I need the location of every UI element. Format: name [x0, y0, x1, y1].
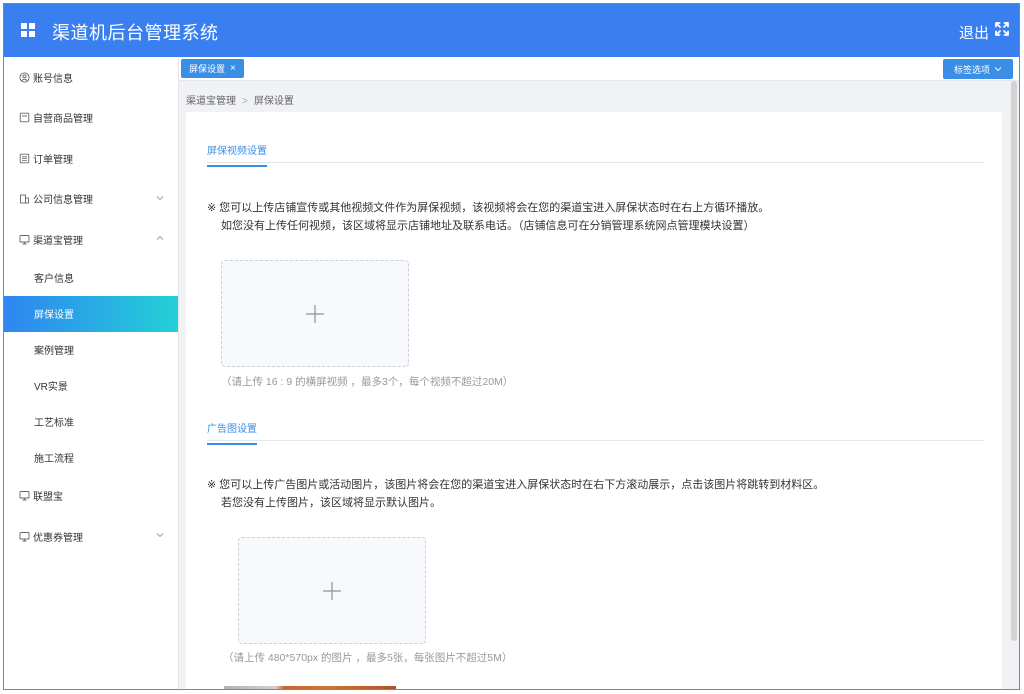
top-header: 渠道机后台管理系统 退出 [4, 4, 1019, 57]
tab-label: 屏保设置 [189, 64, 226, 74]
ad-notice: ※ 您可以上传广告图片或活动图片，该图片将会在您的渠道宝进入屏保状态时在右下方滚… [207, 476, 824, 512]
user-circle-icon [19, 72, 30, 83]
sidebar-item-products[interactable]: 自营商品管理 [4, 98, 178, 139]
chevron-down-icon [994, 67, 1002, 72]
breadcrumb: 渠道宝管理 > 屏保设置 [186, 92, 294, 107]
ad-image-thumbnail[interactable] [224, 686, 396, 689]
sidebar-subitem-craft[interactable]: 工艺标准 [4, 404, 178, 440]
chevron-down-icon [156, 195, 164, 200]
breadcrumb-parent[interactable]: 渠道宝管理 [186, 96, 236, 107]
ad-notice-line1: ※ 您可以上传广告图片或活动图片，该图片将会在您的渠道宝进入屏保状态时在右下方滚… [207, 479, 825, 491]
sidebar-subitem-process[interactable]: 施工流程 [4, 440, 178, 476]
ad-notice-line2: 若您没有上传图片，该区域将显示默认图片。 [221, 497, 441, 509]
ad-upload-box[interactable] [238, 537, 426, 644]
app-title: 渠道机后台管理系统 [52, 23, 219, 43]
sidebar-item-alliance[interactable]: 联盟宝 [4, 476, 178, 517]
grid-menu-icon[interactable] [21, 23, 35, 37]
fullscreen-icon[interactable] [994, 21, 1010, 37]
sidebar-subitem-cases[interactable]: 案例管理 [4, 332, 178, 368]
sidebar-item-coupons[interactable]: 优惠券管理 [4, 516, 178, 557]
sidebar-item-label: 账号信息 [33, 73, 73, 85]
sidebar-item-label: 渠道宝管理 [33, 235, 83, 247]
building-icon [19, 193, 30, 204]
sidebar-item-label: 公司信息管理 [33, 195, 93, 207]
tab-options-label: 标签选项 [953, 64, 990, 75]
video-notice-line1: ※ 您可以上传店铺宣传或其他视频文件作为屏保视频，该视频将会在您的渠道宝进入屏保… [207, 202, 770, 214]
sidebar-subitem-screensaver[interactable]: 屏保设置 [4, 295, 178, 332]
sidebar-item-company[interactable]: 公司信息管理 [4, 179, 178, 220]
list-icon [19, 153, 30, 164]
section-divider [207, 162, 984, 163]
sidebar-subitem-vr[interactable]: VR实景 [4, 368, 178, 404]
sidebar-item-orders[interactable]: 订单管理 [4, 138, 178, 179]
app-window: 渠道机后台管理系统 退出 账号信息 自营商品管理 订单管理 公司信息管理 渠道宝… [3, 3, 1020, 690]
sidebar: 账号信息 自营商品管理 订单管理 公司信息管理 渠道宝管理 客户信息 屏保设置 … [4, 57, 179, 689]
breadcrumb-current: 屏保设置 [253, 96, 294, 107]
video-notice-line2: 如您没有上传任何视频，该区域将显示店铺地址及联系电话。（店铺信息可在分销管理系统… [221, 220, 755, 232]
chevron-up-icon [156, 235, 164, 240]
sidebar-item-channel[interactable]: 渠道宝管理 [4, 219, 178, 260]
ad-upload-hint: （请上传 480*570px 的图片 ，最多5张，每张图片不超过5M） [223, 652, 513, 664]
sidebar-item-account[interactable]: 账号信息 [4, 57, 178, 98]
plus-icon [306, 304, 324, 323]
video-upload-box[interactable] [221, 260, 409, 367]
sidebar-item-label: 订单管理 [33, 154, 73, 166]
tab-bar: 屏保设置 × 标签选项 [179, 57, 1019, 81]
file-icon [19, 112, 30, 123]
section-divider [207, 440, 984, 441]
logout-button[interactable]: 退出 [959, 22, 989, 43]
breadcrumb-separator: > [242, 96, 248, 107]
chevron-down-icon [156, 533, 164, 538]
tab-options-button[interactable]: 标签选项 [943, 59, 1013, 79]
monitor-icon [19, 490, 30, 501]
sidebar-item-label: 自营商品管理 [33, 114, 93, 126]
tab-ad-settings[interactable]: 广告图设置 [207, 420, 257, 445]
sidebar-item-label: 联盟宝 [33, 492, 63, 504]
close-icon[interactable]: × [230, 63, 236, 74]
sidebar-subitem-customers[interactable]: 客户信息 [4, 260, 178, 296]
scrollbar[interactable] [1011, 81, 1017, 641]
monitor-icon [19, 531, 30, 542]
monitor-icon [19, 234, 30, 245]
video-upload-hint: （请上传 16 : 9 的横屏视频 ，最多3个，每个视频不超过20M） [221, 376, 514, 388]
settings-card: 屏保视频设置 ※ 您可以上传店铺宣传或其他视频文件作为屏保视频，该视频将会在您的… [186, 112, 1002, 689]
plus-icon [323, 581, 341, 600]
tab-video-settings[interactable]: 屏保视频设置 [207, 142, 267, 167]
tab-screensaver[interactable]: 屏保设置 × [181, 59, 244, 78]
sidebar-item-label: 优惠券管理 [33, 532, 83, 544]
video-notice: ※ 您可以上传店铺宣传或其他视频文件作为屏保视频，该视频将会在您的渠道宝进入屏保… [207, 199, 769, 235]
